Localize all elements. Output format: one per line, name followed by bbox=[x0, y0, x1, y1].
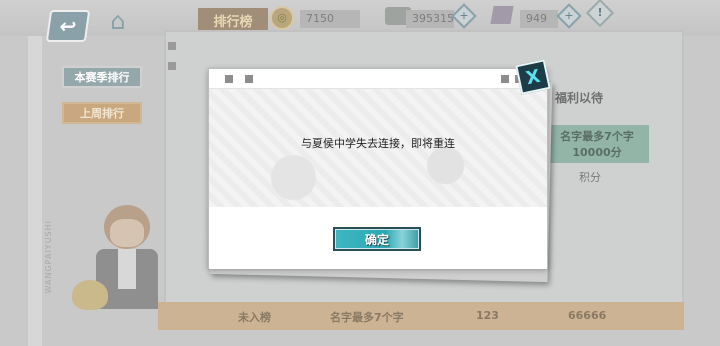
back-button[interactable]: ↩ bbox=[45, 10, 91, 42]
confirm-button[interactable]: 确定 bbox=[333, 227, 421, 251]
dialog-footer: 确定 bbox=[209, 207, 547, 269]
window-dot bbox=[501, 75, 509, 83]
window-dot bbox=[245, 75, 253, 83]
reward-box: 名字最多7个字 10000分 bbox=[545, 125, 649, 163]
close-icon[interactable]: X bbox=[515, 59, 551, 95]
reward-score: 10000分 bbox=[572, 146, 622, 159]
dialog-message: 与夏侯中学失去连接，即将重连 bbox=[301, 137, 455, 150]
coin-icon: ◎ bbox=[270, 6, 294, 30]
my-score: 66666 bbox=[568, 309, 607, 322]
home-icon[interactable]: ⌂ bbox=[103, 8, 133, 34]
add-gems-icon[interactable]: + bbox=[556, 3, 582, 29]
window-dot bbox=[225, 75, 233, 83]
mascot-chick bbox=[72, 280, 108, 310]
reward-name: 名字最多7个字 bbox=[560, 130, 634, 143]
tab-this-season[interactable]: 本赛季排行 bbox=[62, 66, 142, 88]
coins-count: 7150 bbox=[300, 10, 360, 28]
panel-dot bbox=[168, 42, 176, 50]
left-frame bbox=[28, 0, 42, 346]
back-arrow-icon: ↩ bbox=[57, 14, 79, 38]
dialog-body: 与夏侯中学失去连接，即将重连 bbox=[209, 89, 547, 207]
reconnect-dialog: 与夏侯中学失去连接，即将重连 确定 bbox=[208, 68, 548, 269]
panel-dot bbox=[168, 62, 176, 70]
gem-icon bbox=[490, 6, 514, 24]
info-icon[interactable]: ! bbox=[585, 0, 615, 28]
reward-card: 福利以待 名字最多7个字 10000分 积分 bbox=[545, 85, 657, 205]
my-value: 123 bbox=[476, 309, 499, 322]
score-label: 积分 bbox=[579, 171, 601, 184]
tab-last-week[interactable]: 上周排行 bbox=[62, 102, 142, 124]
my-rank-row: 未入榜 名字最多7个字 123 66666 bbox=[158, 302, 684, 330]
money-count: 395315 bbox=[406, 10, 454, 28]
dialog-titlebar bbox=[209, 69, 547, 89]
reward-heading: 福利以待 bbox=[555, 91, 604, 105]
my-name: 名字最多7个字 bbox=[330, 311, 404, 324]
gems-count: 949 bbox=[520, 10, 558, 28]
add-money-icon[interactable]: + bbox=[451, 3, 477, 29]
my-rank-status: 未入榜 bbox=[238, 311, 271, 324]
side-watermark: WANGPAIYUSHI bbox=[44, 220, 53, 294]
page-title: 排行榜 bbox=[198, 8, 268, 32]
